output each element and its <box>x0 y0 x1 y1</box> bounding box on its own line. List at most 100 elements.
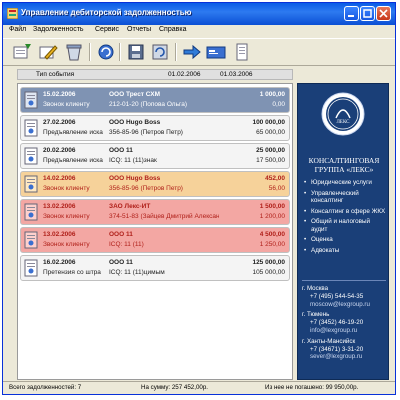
event-contact: ICQ: 11 (11)цимым <box>109 269 165 276</box>
event-remaining-amount: 17 500,00 <box>256 157 285 164</box>
event-contact: 356-85-96 (Петров Петр) <box>109 185 183 192</box>
edit-button[interactable] <box>37 42 59 62</box>
event-organization: ООО 11 <box>109 231 133 238</box>
office-email[interactable]: moscow@lexgroup.ru <box>302 301 388 309</box>
event-contact: 212-01-20 (Попова Ольга) <box>109 101 187 108</box>
status-unpaid: Из нее не погашено: 99 950,00р. <box>265 384 359 391</box>
office-email[interactable]: info@lexgroup.ru <box>302 327 388 335</box>
event-remaining-amount: 105 000,00 <box>252 269 285 276</box>
service-item[interactable]: Общий и налоговый аудит <box>304 218 388 233</box>
event-date: 20.02.2006 <box>43 147 76 154</box>
title-bar[interactable]: Управление дебиторской задолженностью <box>3 3 395 25</box>
date-to[interactable]: 01.03.2006 <box>220 71 253 78</box>
event-row[interactable]: 14.02.2006 ООО Hugo Boss 452,00 Звонок клие… <box>20 171 290 197</box>
office-email[interactable]: sever@lexgroup.ru <box>302 353 388 361</box>
event-remaining-amount: 65 000,00 <box>256 129 285 136</box>
event-row[interactable]: 15.02.2006 ООО Трест СХМ 1 000,00 Звонок кл… <box>20 87 290 113</box>
event-date: 27.02.2006 <box>43 119 76 126</box>
event-remaining-amount: 0,00 <box>272 101 285 108</box>
status-bar: Всего задолженностей: 7 На сумму: 257 45… <box>3 381 395 394</box>
event-organization: ООО Трест СХМ <box>109 91 160 98</box>
event-row[interactable]: 13.02.2006 ЗАО Лекс-ИТ 1 500,00 Звонок клие… <box>20 199 290 225</box>
event-description: Предъявление иска <box>43 157 103 164</box>
card-button[interactable] <box>205 42 227 62</box>
sidebar-divider <box>302 280 386 281</box>
menu-service[interactable]: Сервис <box>95 26 119 33</box>
brand-title: КОНСАЛТИНГОВАЯ ГРУППА «ЛЕКС» <box>302 156 386 174</box>
menu-help[interactable]: Справка <box>159 26 186 33</box>
export-button[interactable] <box>181 42 203 62</box>
event-description: Претензия со штра <box>43 269 101 276</box>
phone-call-icon <box>24 91 38 109</box>
refresh-button[interactable] <box>95 42 117 62</box>
event-amount: 100 000,00 <box>252 119 285 126</box>
maximize-button[interactable] <box>360 6 375 21</box>
company-sidebar: ЛЕКС КОНСАЛТИНГОВАЯ ГРУППА «ЛЕКС» Юридич… <box>297 83 389 380</box>
event-row[interactable]: 20.02.2006 ООО 11 25 000,00 Предъявление ис… <box>20 143 290 169</box>
service-item[interactable]: Адвокаты <box>304 247 388 255</box>
event-row[interactable]: 16.02.2006 ООО 11 125 000,00 Претензия со ш… <box>20 255 290 281</box>
office-phone: +7 (3452) 46-19-20 <box>310 319 364 327</box>
edit-icon <box>39 45 58 60</box>
event-amount: 1 000,00 <box>259 91 285 98</box>
office-city: г. Москва <box>302 285 329 292</box>
event-description: Звонок клиенту <box>43 101 90 108</box>
services-list: Юридические услуги Управленческий консал… <box>304 179 388 257</box>
minimize-button[interactable] <box>344 6 359 21</box>
event-amount: 452,00 <box>265 175 285 182</box>
service-item[interactable]: Оценка <box>304 236 388 244</box>
event-description: Звонок клиенту <box>43 213 90 220</box>
event-description: Предъявление иска <box>43 129 103 136</box>
export-icon <box>183 44 201 60</box>
add-button[interactable] <box>11 42 33 62</box>
event-date: 14.02.2006 <box>43 175 76 182</box>
event-contact: ICQ: 11 (11)знак <box>109 157 157 164</box>
main-window: Управление дебиторской задолженностью Фа… <box>2 2 396 395</box>
company-logo-icon: ЛЕКС <box>321 92 365 136</box>
status-total: Всего задолженностей: 7 <box>9 384 82 391</box>
save-icon <box>128 44 144 60</box>
service-item[interactable]: Консалтинг в сфере ЖКХ <box>304 208 388 216</box>
event-row[interactable]: 13.02.2006 ООО 11 4 500,00 Звонок клиенту IC… <box>20 227 290 253</box>
event-date: 16.02.2006 <box>43 259 76 266</box>
close-icon <box>379 9 388 18</box>
event-organization: ООО 11 <box>109 147 133 154</box>
event-amount: 125 000,00 <box>252 259 285 266</box>
close-button[interactable] <box>376 6 391 21</box>
event-row[interactable]: 27.02.2006 ООО Hugo Boss 100 000,00 Предъяв… <box>20 115 290 141</box>
save-button[interactable] <box>125 42 147 62</box>
event-organization: ООО 11 <box>109 259 133 266</box>
date-from[interactable]: 01.02.2006 <box>168 71 201 78</box>
event-type-label[interactable]: Тип события <box>36 71 74 78</box>
office-phone: +7 (34671) 3-31-20 <box>310 345 364 353</box>
list-filter-header: Тип события 01.02.2006 01.03.2006 <box>17 69 293 80</box>
menu-debts[interactable]: Задолженность <box>33 26 84 33</box>
document-icon <box>24 147 38 165</box>
event-organization: ЗАО Лекс-ИТ <box>109 203 151 210</box>
service-item[interactable]: Управленческий консалтинг <box>304 190 388 205</box>
menu-file[interactable]: Файл <box>9 26 26 33</box>
status-sum: На сумму: 257 452,00р. <box>141 384 208 391</box>
print-button[interactable] <box>231 42 253 62</box>
event-description: Звонок клиенту <box>43 241 90 248</box>
print-icon <box>236 43 248 61</box>
phone-call-icon <box>24 231 38 249</box>
event-description: Звонок клиенту <box>43 185 90 192</box>
refresh-icon <box>98 44 114 60</box>
menu-reports[interactable]: Отчеты <box>127 26 151 33</box>
event-contact: 356-85-96 (Петров Петр) <box>109 129 183 136</box>
event-organization: ООО Hugo Boss <box>109 175 161 182</box>
event-remaining-amount: 1 200,00 <box>259 213 285 220</box>
app-icon <box>7 8 18 19</box>
delete-button[interactable] <box>63 42 85 62</box>
document-icon <box>24 119 38 137</box>
brand-line-2: ГРУППА «ЛЕКС» <box>314 165 374 174</box>
event-amount: 1 500,00 <box>259 203 285 210</box>
document-icon <box>24 259 38 277</box>
undo-button[interactable] <box>149 42 171 62</box>
phone-call-icon <box>24 203 38 221</box>
undo-icon <box>152 44 168 60</box>
toolbar <box>3 38 395 66</box>
service-item[interactable]: Юридические услуги <box>304 179 388 187</box>
menu-bar: Файл Задолженность Сервис Отчеты Справка <box>3 25 395 37</box>
